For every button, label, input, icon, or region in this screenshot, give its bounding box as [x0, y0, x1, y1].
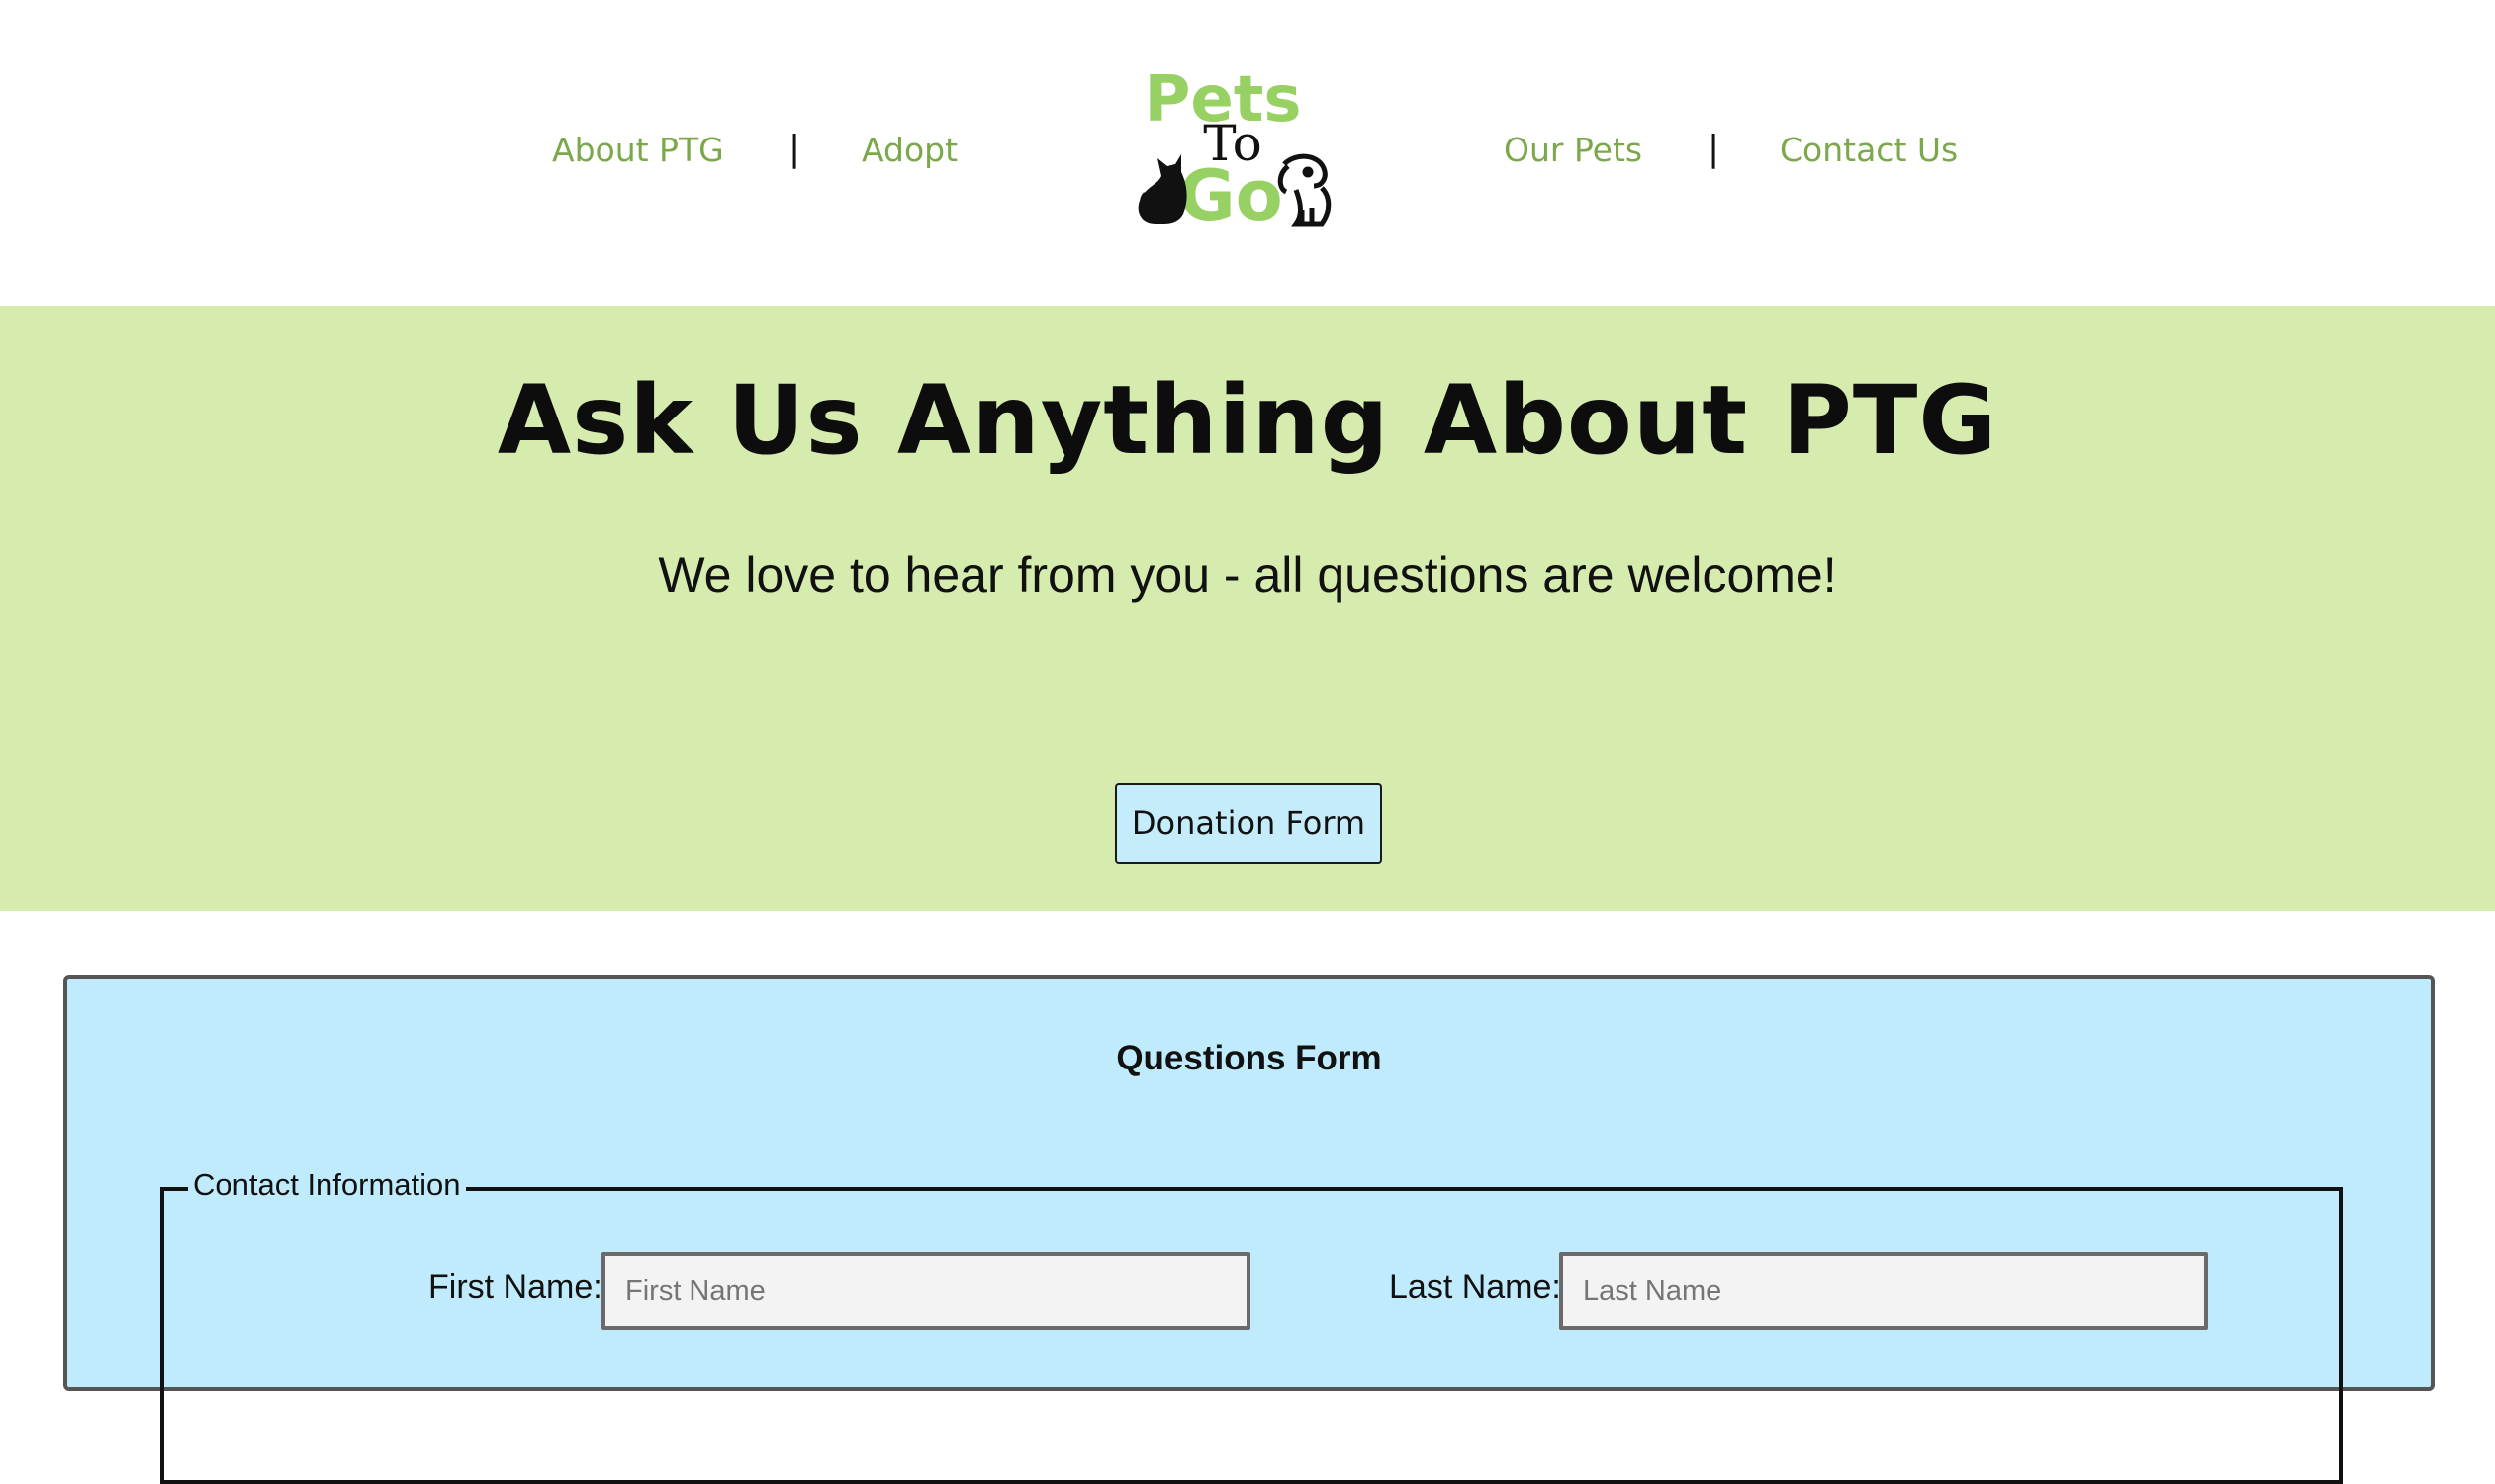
nav-link-contact-us[interactable]: Contact Us — [1780, 131, 1958, 169]
nav-link-adopt[interactable]: Adopt — [862, 131, 958, 169]
hero-section: Ask Us Anything About PTG We love to hea… — [0, 306, 2495, 911]
site-logo[interactable]: Pets To Go — [1128, 61, 1340, 236]
nav-link-our-pets[interactable]: Our Pets — [1504, 131, 1642, 169]
questions-form-panel: Questions Form Contact Information First… — [63, 975, 2435, 1484]
fieldset-legend: Contact Information — [188, 1167, 466, 1203]
last-name-input[interactable] — [1559, 1252, 2208, 1330]
last-name-label: Last Name: — [1389, 1268, 1561, 1306]
page-title: Ask Us Anything About PTG — [497, 365, 1998, 476]
dog-icon — [1277, 153, 1332, 227]
donation-form-button[interactable]: Donation Form — [1115, 783, 1382, 864]
pets-to-go-logo: Pets To Go — [1138, 63, 1332, 236]
contact-information-fieldset: Contact Information First Name: Last Nam… — [160, 1167, 2343, 1484]
page-subtitle: We love to hear from you - all questions… — [658, 547, 1837, 603]
cat-icon — [1138, 154, 1187, 224]
nav-separator: | — [788, 129, 801, 169]
site-header: About PTG | Adopt Pets To Go Our Pets | … — [0, 0, 2495, 306]
form-title: Questions Form — [1116, 1039, 1382, 1077]
logo-word-go: Go — [1178, 155, 1283, 234]
nav-link-about-ptg[interactable]: About PTG — [552, 131, 724, 169]
first-name-input[interactable] — [601, 1252, 1250, 1330]
nav-separator: | — [1708, 129, 1720, 169]
first-name-label: First Name: — [428, 1268, 602, 1306]
